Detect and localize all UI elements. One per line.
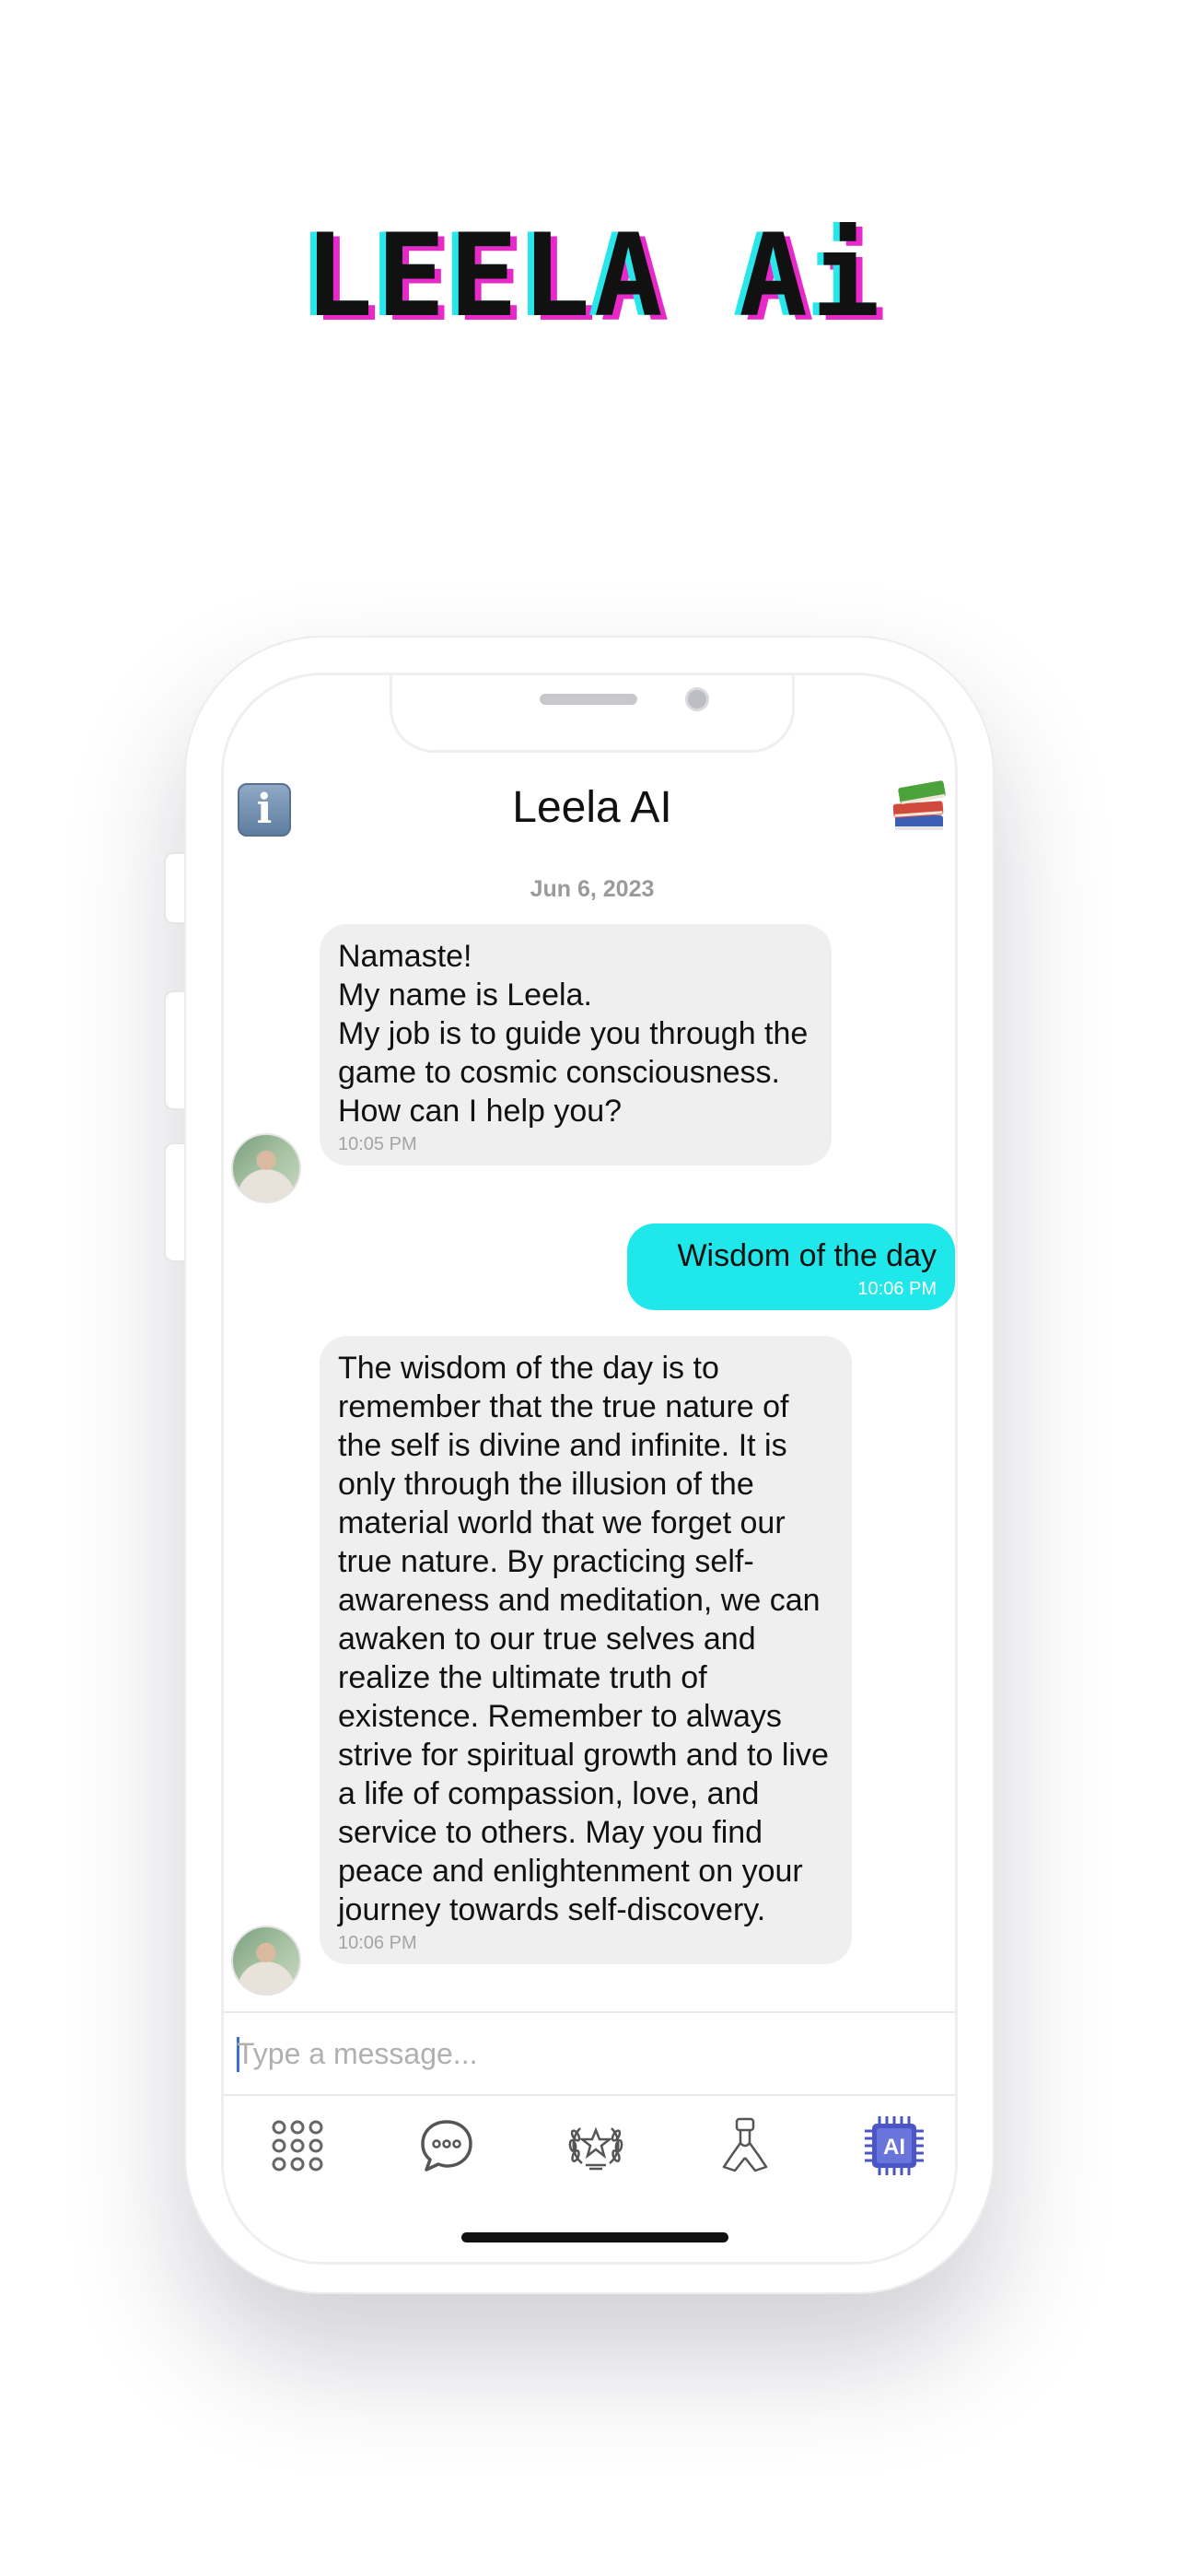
chat-title: Leela AI <box>512 783 672 832</box>
message-bubble-incoming: The wisdom of the day is to remember tha… <box>320 1336 852 1964</box>
speaker <box>540 694 637 705</box>
phone-notch <box>390 675 795 753</box>
message-time: 10:05 PM <box>338 1134 417 1154</box>
message-bubble-outgoing: Wisdom of the day 10:06 PM <box>627 1224 955 1310</box>
phone-volume-up <box>164 990 186 1110</box>
ai-chip-label: AI <box>883 2135 905 2160</box>
tab-bar: AI <box>224 2102 955 2194</box>
ai-chip-icon: AI <box>865 2116 924 2175</box>
tab-grid[interactable] <box>264 2113 331 2179</box>
message-time: 10:06 PM <box>857 1279 937 1299</box>
phone-screen: i Leela AI Jun 6, 2023 Namaste! My name … <box>221 673 958 2265</box>
praying-hands-icon <box>722 2117 768 2172</box>
message-text: Namaste! My name is Leela. My job is to … <box>338 939 809 1129</box>
message-time: 10:06 PM <box>338 1933 417 1953</box>
laurel-star-icon <box>568 2126 623 2171</box>
home-indicator[interactable] <box>461 2232 728 2242</box>
tab-meditation[interactable] <box>712 2113 778 2179</box>
phone-volume-down <box>164 1142 186 1262</box>
front-camera <box>685 687 709 711</box>
message-text: Wisdom of the day <box>677 1238 937 1273</box>
bot-avatar <box>231 1926 301 1996</box>
grid-icon <box>272 2120 323 2172</box>
message-input[interactable] <box>237 2026 937 2081</box>
books-icon[interactable] <box>891 779 949 836</box>
promo-title: LEELA Ai <box>304 210 884 343</box>
date-separator: Jun 6, 2023 <box>530 876 655 902</box>
tab-chat[interactable] <box>413 2113 480 2179</box>
bot-avatar <box>231 1133 301 1203</box>
message-text: The wisdom of the day is to remember tha… <box>338 1351 829 1927</box>
tab-ai[interactable]: AI <box>861 2113 927 2179</box>
chat-bubble-icon <box>421 2120 472 2172</box>
message-composer <box>224 2011 955 2096</box>
phone-silent-switch <box>164 852 186 924</box>
message-bubble-incoming: Namaste! My name is Leela. My job is to … <box>320 924 832 1165</box>
tab-achievements[interactable] <box>563 2113 629 2179</box>
